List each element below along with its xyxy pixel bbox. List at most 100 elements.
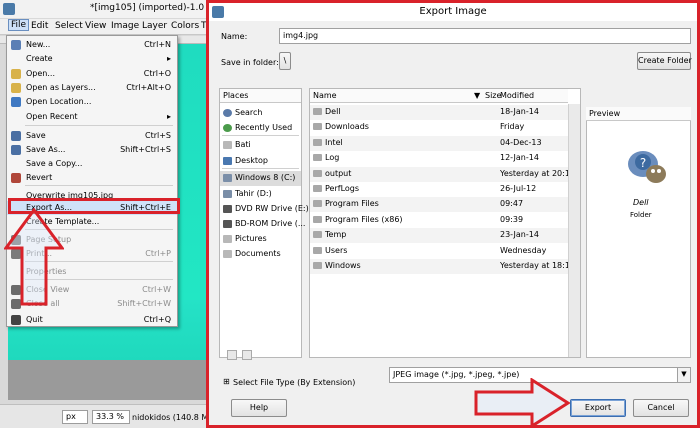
save-as-icon: [11, 145, 21, 155]
remove-bookmark-icon[interactable]: [242, 350, 252, 360]
recent-icon: [223, 124, 232, 132]
folder-icon: [313, 169, 322, 177]
place-item-label: Documents: [235, 249, 281, 258]
place-item[interactable]: Desktop: [220, 154, 301, 169]
drive-icon: [223, 174, 232, 182]
folder-icon: [223, 250, 232, 258]
folder-icon: [313, 231, 322, 239]
file-name: Temp: [325, 230, 347, 240]
menu-layer[interactable]: Layer: [142, 21, 167, 31]
places-header[interactable]: Places: [220, 89, 301, 103]
menu-image[interactable]: Image: [111, 21, 139, 31]
file-name: Log: [325, 153, 340, 163]
filename-input[interactable]: img4.jpg: [279, 28, 691, 44]
file-row[interactable]: Program Files (x86) 09:39: [310, 213, 568, 228]
zoom-select[interactable]: 33.3 %: [92, 410, 130, 424]
menu-view[interactable]: View: [85, 21, 106, 31]
folder-icon: [313, 138, 322, 146]
place-item[interactable]: Search: [220, 106, 301, 121]
file-menu-item[interactable]: New... Ctrl+N: [7, 38, 177, 52]
svg-text:?: ?: [640, 156, 646, 170]
file-row[interactable]: output Yesterday at 20:12: [310, 166, 575, 182]
globe-icon: [11, 97, 21, 107]
file-name: output: [325, 168, 352, 178]
create-folder-button[interactable]: Create Folder: [637, 52, 692, 70]
place-item[interactable]: Windows 8 (C:): [220, 171, 301, 186]
file-menu-item-label: Quit: [26, 315, 43, 324]
file-row[interactable]: Users Wednesday: [310, 244, 568, 259]
gimp-menubar: File Edit Select View Image Layer Colors…: [0, 19, 206, 35]
file-row[interactable]: Windows Yesterday at 18:15: [310, 259, 575, 274]
file-menu-item-label: Open as Layers...: [26, 83, 96, 92]
expander-icon[interactable]: ⊞: [223, 377, 230, 386]
file-menu-item[interactable]: Quit Ctrl+Q: [7, 313, 177, 327]
chevron-down-icon[interactable]: ▼: [677, 368, 690, 382]
place-item[interactable]: Tahir (D:): [220, 187, 301, 202]
place-item[interactable]: BD-ROM Drive (...: [220, 217, 305, 232]
quit-icon: [11, 315, 21, 325]
menu-separator: [25, 185, 173, 186]
add-bookmark-icon[interactable]: [227, 350, 237, 360]
menu-colors[interactable]: Colors: [171, 21, 199, 31]
select-file-type-expander[interactable]: Select File Type (By Extension): [233, 378, 355, 387]
file-row[interactable]: Intel 04-Dec-13: [310, 135, 568, 151]
folder-icon: [313, 262, 322, 269]
column-modified[interactable]: Modified: [500, 91, 534, 100]
preview-header: Preview: [586, 107, 691, 121]
red-right-arrow: [474, 378, 570, 428]
file-menu-item-label: Save: [26, 131, 46, 140]
bd-icon: [223, 220, 232, 228]
column-size[interactable]: Size: [485, 91, 501, 100]
dialog-titlebar: Export Image: [209, 3, 697, 21]
file-menu-item[interactable]: Open Recent ▸: [7, 110, 177, 124]
place-item[interactable]: DVD RW Drive (E:): [220, 202, 309, 217]
file-modified: 04-Dec-13: [500, 137, 542, 147]
file-list-scrollbar[interactable]: [568, 104, 580, 357]
file-menu-item[interactable]: Create ▸: [7, 52, 177, 66]
file-menu-item[interactable]: Save a Copy...: [7, 157, 177, 171]
place-item-label: Pictures: [235, 234, 267, 243]
menu-file[interactable]: File: [8, 19, 30, 31]
gimp-statusbar: px 33.3 % nidokidos (140.8 MB): [0, 404, 206, 428]
file-row[interactable]: Temp 23-Jan-14: [310, 228, 568, 244]
place-item-label: Recently Used: [235, 123, 293, 132]
place-item[interactable]: Recently Used: [220, 121, 301, 136]
folder-icon: [313, 154, 322, 162]
cancel-button[interactable]: Cancel: [633, 399, 689, 417]
place-item-label: BD-ROM Drive (...: [235, 219, 306, 228]
file-row[interactable]: PerfLogs 26-Jul-12: [310, 182, 568, 197]
place-item-label: Bati: [235, 140, 251, 149]
help-button[interactable]: Help: [231, 399, 287, 417]
column-name[interactable]: Name: [313, 91, 337, 100]
file-modified: 09:39: [500, 214, 524, 224]
file-row[interactable]: Dell 18-Jan-14: [310, 105, 568, 120]
place-item-label: Search: [235, 108, 263, 117]
file-name: Intel: [325, 137, 343, 147]
file-name: Users: [325, 245, 348, 255]
file-row[interactable]: Program Files 09:47: [310, 197, 568, 213]
revert-icon: [11, 173, 21, 183]
place-item-label: Desktop: [235, 156, 268, 165]
file-menu-item[interactable]: Open Location...: [7, 95, 177, 109]
place-item[interactable]: Pictures: [220, 232, 301, 247]
place-item[interactable]: Bati: [220, 138, 301, 153]
file-name: Program Files: [325, 199, 379, 209]
unit-select[interactable]: px: [62, 410, 88, 424]
file-menu-item[interactable]: Save Ctrl+S: [7, 129, 177, 143]
file-menu-item[interactable]: Open... Ctrl+O: [7, 67, 177, 81]
file-menu-item[interactable]: Revert: [7, 171, 177, 185]
file-row[interactable]: Downloads Friday: [310, 120, 568, 135]
sort-down-icon[interactable]: ▼: [474, 91, 480, 100]
export-button[interactable]: Export: [570, 399, 626, 417]
menu-select[interactable]: Select: [55, 21, 83, 31]
file-menu-item[interactable]: Save As... Shift+Ctrl+S: [7, 143, 177, 157]
file-menu-item-label: Open Recent: [26, 112, 78, 121]
file-name: Downloads: [325, 122, 369, 132]
status-info: nidokidos (140.8 MB): [132, 413, 206, 422]
path-root-button[interactable]: \: [279, 52, 291, 70]
menu-edit[interactable]: Edit: [31, 21, 48, 31]
file-row[interactable]: Log 12-Jan-14: [310, 151, 568, 166]
file-menu-item[interactable]: Open as Layers... Ctrl+Alt+O: [7, 81, 177, 95]
save-icon: [11, 131, 21, 141]
place-item[interactable]: Documents: [220, 247, 301, 262]
